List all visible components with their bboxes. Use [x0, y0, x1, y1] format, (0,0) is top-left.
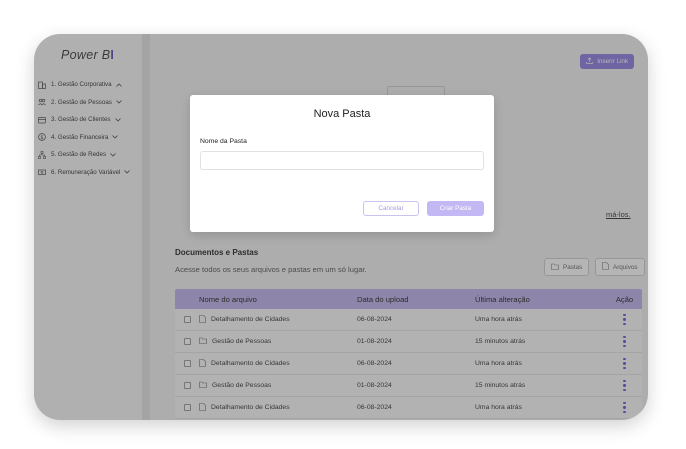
app-window: Power BI 1. Gestão Corporativa 2. Gestão… — [34, 34, 648, 420]
new-folder-dialog: Nova Pasta Nome da Pasta Cancelar Criar … — [190, 95, 494, 232]
folder-name-label: Nome da Pasta — [200, 138, 247, 145]
dialog-title: Nova Pasta — [313, 108, 371, 120]
folder-name-input[interactable] — [200, 151, 484, 170]
cancel-button[interactable]: Cancelar — [363, 201, 419, 216]
create-folder-button[interactable]: Criar Pasta — [427, 201, 484, 216]
